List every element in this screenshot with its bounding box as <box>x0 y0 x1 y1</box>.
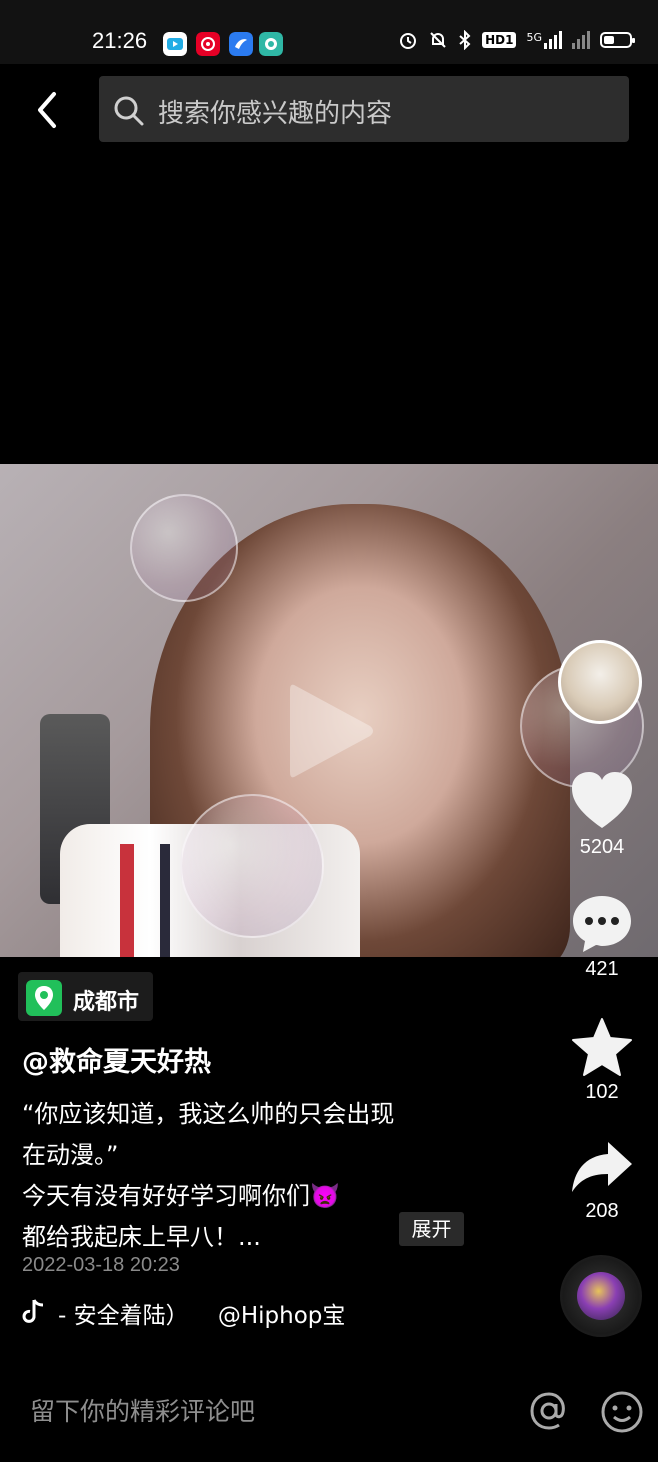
share-icon[interactable] <box>570 1136 634 1200</box>
devil-emoji: 👿 <box>310 1182 340 1210</box>
description-line: 在动漫。” <box>22 1141 119 1169</box>
like-count: 5204 <box>579 836 625 858</box>
bubble <box>180 794 324 938</box>
shirt-stripe <box>120 844 134 957</box>
heart-icon[interactable] <box>570 770 634 834</box>
teal-app-icon <box>259 32 283 56</box>
post-date: 2022-03-18 20:23 <box>22 1254 180 1276</box>
search-placeholder: 搜索你感兴趣的内容 <box>158 99 393 129</box>
star-icon[interactable] <box>570 1016 634 1080</box>
status-time: 21:26 <box>92 28 148 53</box>
description-text: 今天有没有好好学习啊你们 <box>22 1182 310 1210</box>
music-title[interactable]: - 安全着陆） @Hiphop宝 <box>58 1296 345 1330</box>
chevron-left-icon[interactable] <box>28 88 68 132</box>
location-text: 成都市 <box>73 990 140 1015</box>
description-line: 都给我起床上早八！... <box>22 1223 261 1251</box>
bubble <box>130 494 238 602</box>
favorite-count: 102 <box>585 1081 619 1103</box>
comment-count: 421 <box>585 958 619 980</box>
play-icon[interactable] <box>282 676 378 786</box>
at-icon[interactable] <box>528 1390 570 1432</box>
author-avatar[interactable] <box>558 640 642 724</box>
alarm-icon <box>400 33 417 49</box>
description-line: 今天有没有好好学习啊你们👿 <box>22 1176 340 1211</box>
comment-icon[interactable] <box>570 892 634 956</box>
status-indicators: HD1 5G <box>398 30 636 50</box>
bluetooth-icon <box>459 30 471 50</box>
net-label: 5G <box>526 31 542 44</box>
author-name[interactable]: @救命夏天好热 <box>22 1040 211 1079</box>
location-pin-icon <box>26 980 62 1016</box>
bilibili-app-icon <box>163 32 187 56</box>
search-icon <box>114 96 144 126</box>
music-cover <box>577 1272 625 1320</box>
share-count: 208 <box>585 1200 619 1222</box>
blue-app-icon <box>229 32 253 56</box>
emoji-icon[interactable] <box>600 1390 644 1434</box>
expand-button[interactable]: 展开 <box>399 1212 464 1246</box>
music-note-icon <box>22 1299 44 1323</box>
mute-bell-icon <box>430 32 446 48</box>
battery-icon <box>600 32 635 48</box>
netease-music-app-icon <box>196 32 220 56</box>
signal-5g-icon: 5G <box>526 31 562 49</box>
signal-icon <box>572 31 590 49</box>
hd-icon: HD1 <box>482 32 517 48</box>
comment-input[interactable]: 留下你的精彩评论吧 <box>30 1392 255 1428</box>
shirt-stripe <box>160 844 170 957</box>
description-line: “你应该知道，我这么帅的只会出现 <box>22 1100 395 1128</box>
